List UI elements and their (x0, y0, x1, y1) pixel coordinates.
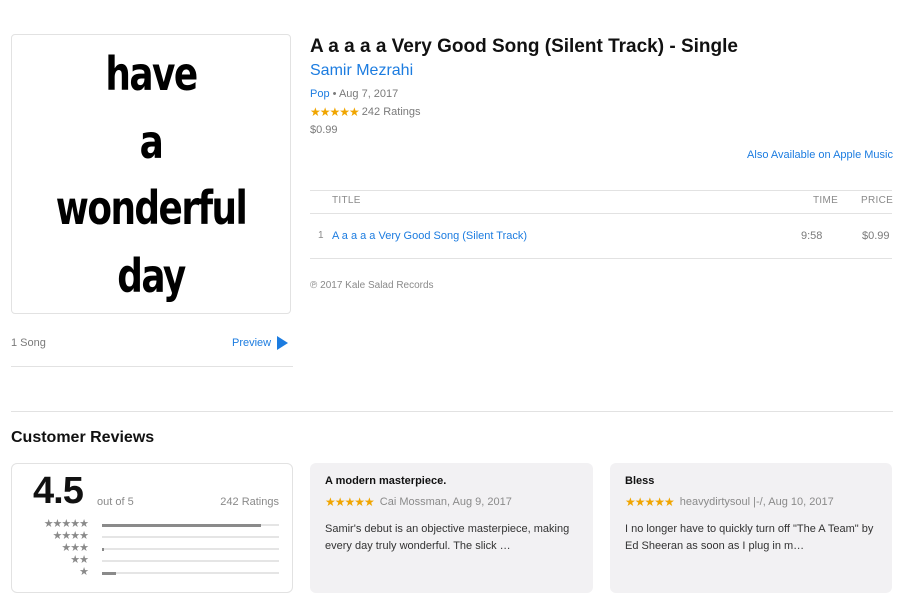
track-number: 1 (318, 230, 324, 241)
ratings-count: 242 Ratings (220, 496, 279, 508)
column-header-time: TIME (813, 195, 839, 206)
review-meta: ★★★★★ Cai Mossman, Aug 9, 2017 (325, 495, 512, 509)
rating-breakdown-row: ★ (12, 566, 292, 579)
average-score: 4.5 (33, 470, 84, 512)
rating-breakdown-row: ★★ (12, 554, 292, 567)
review-card[interactable]: Bless ★★★★★ heavydirtysoul |-/, Aug 10, … (610, 463, 892, 593)
meta-separator: • (332, 88, 337, 100)
breakdown-bar-track (102, 523, 279, 527)
artwork-text-line: wonderful (55, 181, 248, 235)
divider (310, 190, 892, 191)
star-rating-icon: ★★★★★ (325, 495, 375, 509)
ratings-count: 242 Ratings (361, 106, 421, 118)
review-text: I no longer have to quickly turn off "Th… (625, 523, 874, 552)
review-title: Bless (625, 475, 655, 487)
breakdown-bar-fill (102, 571, 117, 575)
song-count: 1 Song (11, 337, 46, 349)
album-rating: ★★★★★ 242 Ratings (310, 105, 421, 119)
review-meta: ★★★★★ heavydirtysoul |-/, Aug 10, 2017 (625, 495, 834, 509)
divider (310, 258, 892, 259)
review-text: Samir's debut is an objective masterpiec… (325, 523, 570, 552)
rating-breakdown-row: ★★★ (12, 542, 292, 555)
column-header-title: TITLE (332, 195, 361, 206)
ratings-summary-card: 4.5 out of 5 242 Ratings ★★★★★ ★★★★ ★★★ ★★ ★ (11, 463, 293, 593)
preview-label: Preview (232, 337, 272, 349)
artwork-text-line: have (105, 47, 198, 101)
rating-breakdown-row: ★★★★ (12, 530, 292, 543)
track-time: 9:58 (801, 230, 823, 242)
breakdown-bar-track (102, 560, 279, 562)
breakdown-bar-fill (102, 523, 262, 527)
track-row[interactable]: 1 A a a a a Very Good Song (Silent Track… (310, 214, 892, 258)
breakdown-stars-icon: ★ (79, 566, 89, 578)
reviews-heading: Customer Reviews (11, 429, 155, 446)
album-meta: Pop • Aug 7, 2017 (310, 88, 398, 100)
preview-button[interactable]: Preview (232, 336, 289, 350)
artwork-text-line: day (117, 249, 186, 303)
star-rating-icon: ★★★★★ (625, 495, 675, 509)
artist-link[interactable]: Samir Mezrahi (310, 62, 413, 80)
album-title: A a a a a Very Good Song (Silent Track) … (310, 36, 738, 57)
review-card[interactable]: A modern masterpiece. ★★★★★ Cai Mossman,… (310, 463, 593, 593)
album-price: $0.99 (310, 124, 338, 136)
score-scale: out of 5 (97, 496, 134, 508)
release-date: Aug 7, 2017 (338, 88, 399, 100)
divider (11, 366, 293, 367)
review-title: A modern masterpiece. (325, 475, 447, 487)
review-byline: Cai Mossman, Aug 9, 2017 (379, 496, 512, 508)
review-byline: heavydirtysoul |-/, Aug 10, 2017 (679, 496, 834, 508)
breakdown-bar-fill (102, 547, 104, 551)
copyright: ℗ 2017 Kale Salad Records (310, 280, 434, 291)
apple-music-link[interactable]: Also Available on Apple Music (747, 149, 893, 161)
genre-link[interactable]: Pop (310, 88, 330, 100)
section-divider (11, 411, 893, 412)
breakdown-bar-track (102, 536, 279, 538)
breakdown-bar-track (102, 571, 279, 575)
breakdown-bar-track (102, 547, 279, 551)
track-price: $0.99 (862, 230, 890, 242)
star-rating-icon: ★★★★★ (310, 105, 360, 119)
artwork-text-line: a (139, 115, 164, 169)
album-artwork: have a wonderful day (11, 34, 291, 314)
play-icon (277, 336, 289, 350)
column-header-price: PRICE (861, 195, 894, 206)
track-name[interactable]: A a a a a Very Good Song (Silent Track) (332, 230, 527, 242)
